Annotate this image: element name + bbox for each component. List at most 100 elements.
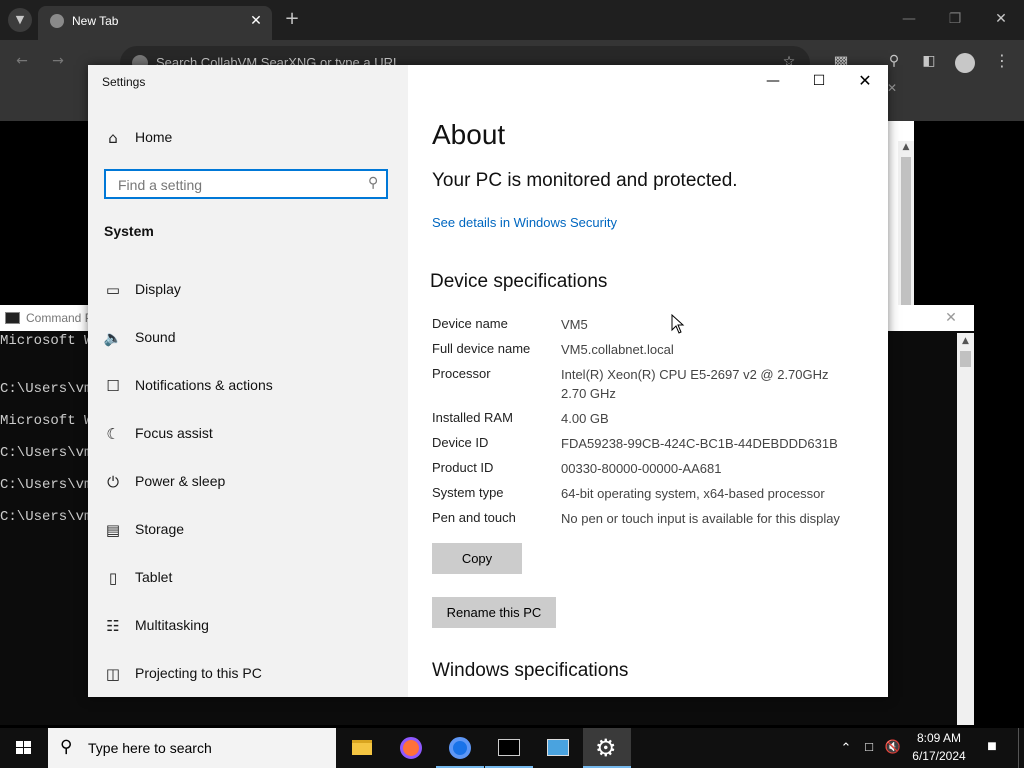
settings-window-title: Settings	[102, 75, 146, 89]
close-browser-icon[interactable]: ✕	[992, 12, 1010, 26]
nav-item-tablet[interactable]: ▯ Tablet	[88, 558, 408, 598]
minimize-browser-icon[interactable]: —	[900, 12, 918, 26]
spec-value: 4.00 GB	[561, 411, 609, 426]
new-tab-plus-icon[interactable]: +	[282, 10, 302, 28]
close-button[interactable]: ✕	[842, 65, 888, 97]
spec-label: Device ID	[432, 435, 489, 450]
cmd-scrollbar[interactable]: ▲	[957, 333, 974, 725]
spec-label: Processor	[432, 366, 491, 381]
chromium-icon[interactable]	[436, 728, 484, 768]
nav-item-display[interactable]: ▭ Display	[88, 270, 408, 310]
power-icon: ⏻	[107, 473, 119, 491]
tablet-icon: ▯	[108, 569, 118, 587]
settings-gear-icon[interactable]: ⚙	[583, 728, 631, 768]
multitasking-icon: ☷	[106, 617, 120, 635]
device-specs-heading: Device specifications	[430, 271, 608, 292]
protection-status: Your PC is monitored and protected.	[432, 170, 738, 191]
scroll-up-icon[interactable]: ▲	[900, 143, 912, 152]
side-panel-icon[interactable]: ◧	[921, 54, 937, 68]
nav-item-sound[interactable]: 🔈 Sound	[88, 318, 408, 358]
nav-item-label: Projecting to this PC	[135, 665, 262, 681]
file-explorer-icon[interactable]	[338, 728, 386, 768]
spec-value: 00330-80000-00000-AA681	[561, 461, 722, 476]
settings-window[interactable]: Settings ⌂ Home ⚲ System ▭ Display 🔈 Sou…	[88, 65, 888, 697]
moon-icon: ☾	[106, 425, 120, 443]
nav-item-label: Notifications & actions	[135, 377, 273, 393]
profile-avatar-icon[interactable]	[955, 53, 975, 73]
windows-security-link[interactable]: See details in Windows Security	[432, 215, 617, 230]
spec-label: Product ID	[432, 460, 494, 475]
remote-desktop-icon[interactable]	[534, 728, 582, 768]
tray-chevron-up-icon[interactable]: ⌃	[838, 740, 854, 756]
firefox-icon[interactable]	[387, 728, 435, 768]
spec-value: Intel(R) Xeon(R) CPU E5-2697 v2 @ 2.70GH…	[561, 367, 829, 401]
show-desktop-button[interactable]	[1018, 728, 1024, 768]
minimize-button[interactable]: —	[750, 65, 796, 97]
taskbar-search-box[interactable]: ⚲ Type here to search	[48, 728, 336, 768]
nav-item-multitasking[interactable]: ☷ Multitasking	[88, 606, 408, 646]
mouse-cursor-icon	[671, 314, 685, 334]
cmd-scroll-up-icon[interactable]: ▲	[960, 337, 971, 346]
find-setting-input[interactable]	[116, 175, 360, 195]
labs-flask-icon[interactable]: ⚲	[886, 54, 902, 68]
windows-specs-heading: Windows specifications	[432, 660, 629, 681]
clock-time[interactable]: 8:09 AM	[906, 731, 972, 745]
nav-item-label: Display	[135, 281, 181, 297]
spec-value: FDA59238-99CB-424C-BC1B-44DEBDDD631B	[561, 436, 838, 451]
network-icon[interactable]: □	[860, 739, 878, 754]
nav-item-label: Focus assist	[135, 425, 213, 441]
start-windows-icon[interactable]	[0, 728, 48, 768]
notification-icon: ☐	[106, 377, 120, 395]
search-icon: ⚲	[60, 737, 73, 757]
browser-tab-new-tab[interactable]: New Tab ✕	[38, 6, 272, 40]
nav-item-label: Tablet	[135, 569, 173, 585]
command-prompt-icon[interactable]	[485, 728, 533, 768]
nav-home[interactable]: ⌂ Home	[88, 118, 408, 158]
nav-item-label: Power & sleep	[135, 473, 226, 489]
settings-nav-pane: Settings ⌂ Home ⚲ System ▭ Display 🔈 Sou…	[88, 65, 408, 697]
action-center-icon[interactable]: ■	[980, 738, 1004, 756]
browser-tab-strip: ▼ New Tab ✕ + — ❐ ✕	[0, 0, 1024, 40]
spec-label: Pen and touch	[432, 510, 516, 525]
maximize-button[interactable]: ☐	[796, 65, 842, 97]
nav-item-storage[interactable]: ▤ Storage	[88, 510, 408, 550]
copy-button[interactable]: Copy	[432, 543, 522, 574]
nav-item-label: Multitasking	[135, 617, 209, 633]
clock-date[interactable]: 6/17/2024	[906, 749, 972, 763]
restore-browser-icon[interactable]: ❐	[946, 12, 964, 26]
rename-pc-button[interactable]: Rename this PC	[432, 597, 556, 628]
home-icon: ⌂	[108, 129, 118, 147]
speaker-icon: 🔈	[103, 329, 123, 347]
about-content-pane: — ☐ ✕ About Your PC is monitored and pro…	[408, 65, 888, 697]
nav-item-projecting[interactable]: ◫ Projecting to this PC	[88, 654, 408, 694]
spec-label: Installed RAM	[432, 410, 513, 425]
storage-drive-icon: ▤	[105, 521, 121, 539]
display-monitor-icon: ▭	[105, 281, 121, 299]
taskbar: ⚲ Type here to search ⚙ ⌃ □ 🔇 8:09 AM 6/…	[0, 728, 1024, 768]
cmd-close-icon[interactable]: ✕	[944, 311, 958, 325]
tab-title: New Tab	[72, 14, 119, 28]
nav-item-power-sleep[interactable]: ⏻ Power & sleep	[88, 462, 408, 502]
cmd-scroll-thumb[interactable]	[960, 351, 971, 367]
find-setting-search[interactable]: ⚲	[104, 169, 388, 199]
spec-label: System type	[432, 485, 504, 500]
tab-search-icon[interactable]: ▼	[8, 8, 32, 32]
nav-section-system: System	[104, 223, 154, 239]
projector-icon: ◫	[105, 665, 121, 683]
browser-menu-icon[interactable]: ⋮	[994, 53, 1010, 69]
globe-icon	[50, 14, 64, 28]
spec-value: 64-bit operating system, x64-based proce…	[561, 486, 825, 501]
nav-item-notifications[interactable]: ☐ Notifications & actions	[88, 366, 408, 406]
close-tab-icon[interactable]: ✕	[248, 14, 264, 28]
back-icon[interactable]: ←	[12, 54, 32, 68]
volume-muted-icon[interactable]: 🔇	[884, 739, 902, 755]
spec-value: VM5	[561, 317, 588, 332]
forward-icon[interactable]: →	[48, 54, 68, 68]
nav-item-label: Sound	[135, 329, 176, 345]
nav-item-focus-assist[interactable]: ☾ Focus assist	[88, 414, 408, 454]
nav-item-label: Storage	[135, 521, 185, 537]
page-title: About	[432, 119, 506, 150]
search-icon: ⚲	[368, 175, 379, 191]
spec-label: Full device name	[432, 341, 531, 356]
cmd-app-icon	[5, 312, 20, 324]
